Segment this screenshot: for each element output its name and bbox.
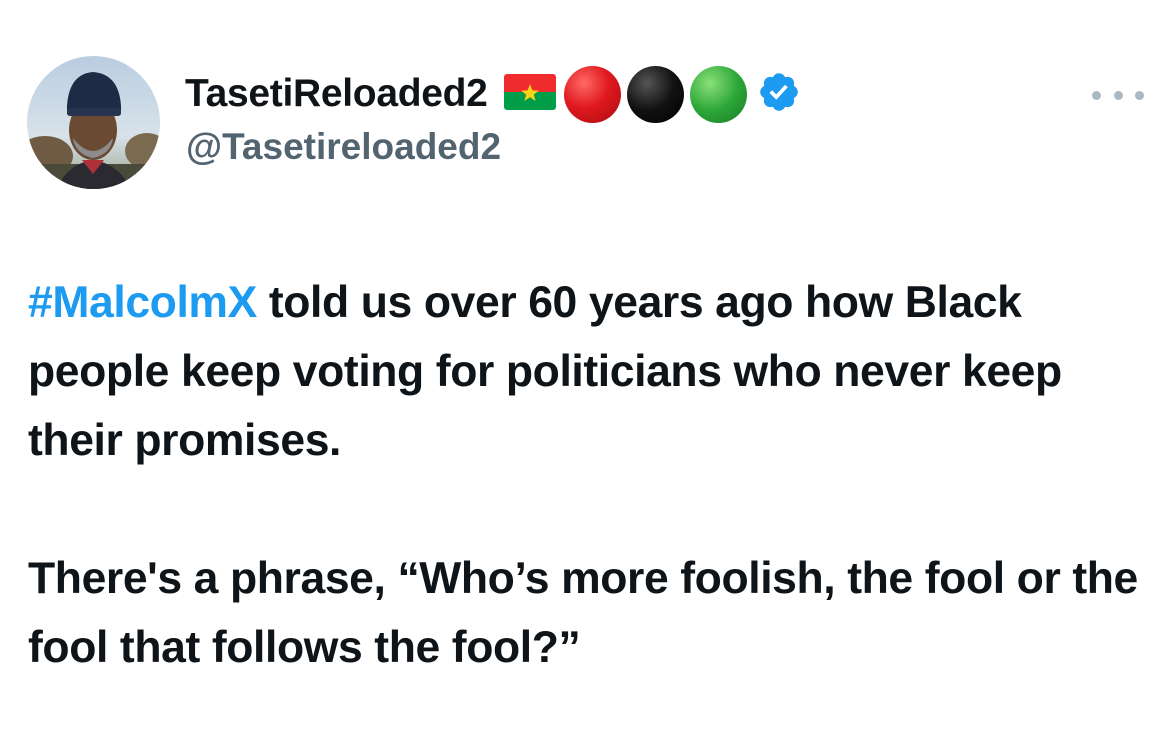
tweet-text: #MalcolmX told us over 60 years ago how … <box>28 268 1148 682</box>
verified-badge-icon[interactable] <box>757 70 801 119</box>
avatar-photo <box>27 56 160 189</box>
black-circle-icon <box>626 65 684 123</box>
hashtag-link[interactable]: #MalcolmX <box>28 278 257 327</box>
flag-burkina-faso-icon <box>503 73 556 115</box>
more-dot <box>1135 90 1144 100</box>
avatar[interactable] <box>27 56 160 189</box>
tweet: TasetiReloaded2 @Tasetireloaded2 #Malcol… <box>0 0 1170 742</box>
more-dot <box>1092 90 1101 100</box>
red-circle-icon <box>563 65 621 123</box>
more-dot <box>1113 90 1123 100</box>
more-horizontal-icon[interactable] <box>1092 80 1144 110</box>
display-name[interactable]: TasetiReloaded2 <box>185 72 488 116</box>
tweet-paragraph-2: There's a phrase, “Who’s more foolish, t… <box>28 554 1138 672</box>
tweet-paragraph-1: #MalcolmX told us over 60 years ago how … <box>28 268 1148 475</box>
green-circle-icon <box>689 65 747 123</box>
author-name-row: TasetiReloaded2 <box>185 64 801 124</box>
author-handle[interactable]: @Tasetireloaded2 <box>186 126 501 168</box>
